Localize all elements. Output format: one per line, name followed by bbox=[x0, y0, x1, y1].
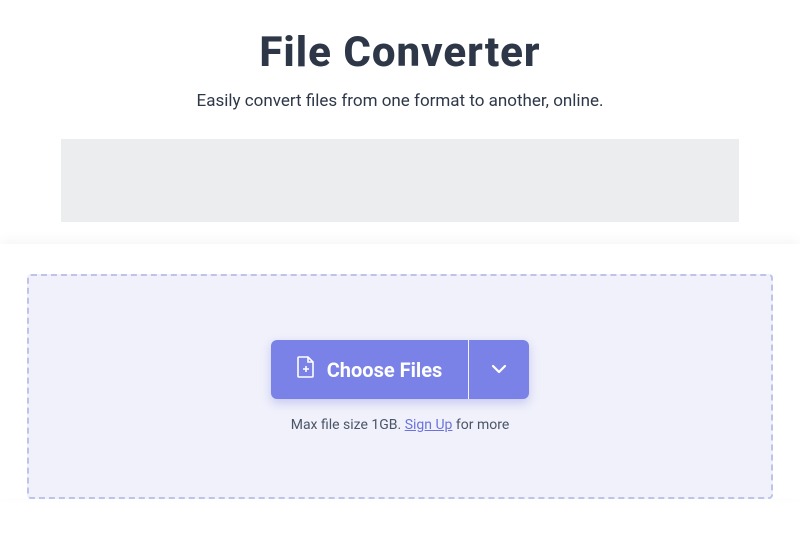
file-add-icon bbox=[297, 356, 315, 383]
hint-suffix: for more bbox=[452, 417, 509, 433]
file-size-hint: Max file size 1GB. Sign Up for more bbox=[291, 417, 510, 433]
hint-prefix: Max file size 1GB. bbox=[291, 417, 405, 433]
choose-files-dropdown-button[interactable] bbox=[469, 340, 529, 399]
signup-link[interactable]: Sign Up bbox=[405, 417, 453, 433]
chevron-down-icon bbox=[491, 362, 507, 377]
choose-files-label: Choose Files bbox=[327, 358, 443, 382]
page-subtitle: Easily convert files from one format to … bbox=[0, 91, 800, 111]
choose-files-button[interactable]: Choose Files bbox=[271, 340, 469, 399]
file-dropzone[interactable]: Choose Files Max file size 1GB. Sign Up … bbox=[27, 274, 773, 499]
upload-panel: Choose Files Max file size 1GB. Sign Up … bbox=[0, 244, 800, 499]
page-title: File Converter bbox=[0, 28, 800, 77]
choose-files-button-group: Choose Files bbox=[271, 340, 530, 399]
ad-placeholder bbox=[61, 139, 739, 222]
